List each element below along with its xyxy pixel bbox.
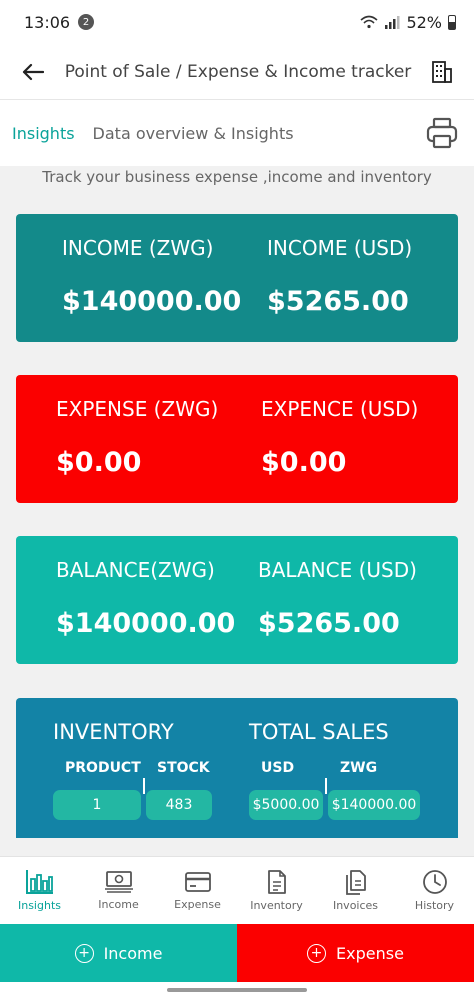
- sales-zwg-pill: $140000.00: [328, 790, 420, 820]
- battery-icon: [448, 14, 456, 30]
- inventory-sales-card: INVENTORY TOTAL SALES PRODUCT STOCK USD …: [16, 698, 458, 838]
- nav-label: Inventory: [250, 899, 303, 912]
- plus-circle-icon: +: [307, 943, 327, 963]
- cash-icon: [104, 871, 133, 893]
- signal-icon: [385, 16, 400, 29]
- add-expense-label: Expense: [336, 943, 404, 963]
- status-time: 13:06: [24, 12, 71, 32]
- invoices-icon: [345, 870, 366, 895]
- balance-usd-label: BALANCE (USD): [258, 558, 417, 582]
- nav-label: Expense: [174, 898, 221, 911]
- sales-usd-label: USD: [261, 760, 295, 776]
- nav-label: Insights: [17, 899, 61, 912]
- balance-card: BALANCE(ZWG) $140000.00 BALANCE (USD) $5…: [16, 536, 458, 664]
- history-icon: [422, 870, 447, 894]
- stock-count-pill: 483: [146, 790, 212, 820]
- income-card: INCOME (ZWG) $140000.00 INCOME (USD) $52…: [16, 214, 458, 342]
- product-count: 1: [92, 797, 102, 813]
- inventory-title: INVENTORY: [53, 720, 174, 744]
- nav-history[interactable]: History: [395, 857, 474, 924]
- document-icon: [267, 870, 286, 894]
- home-indicator[interactable]: [0, 982, 474, 1000]
- balance-zwg-value: $140000.00: [56, 608, 236, 639]
- expense-card: EXPENSE (ZWG) $0.00 EXPENCE (USD) $0.00: [16, 375, 458, 503]
- product-count-pill: 1: [53, 790, 141, 820]
- card-icon: [184, 872, 211, 892]
- insights-header: Insights Data overview & Insights: [0, 100, 474, 166]
- sales-usd-value: $5000.00: [252, 797, 320, 813]
- nav-inventory[interactable]: Inventory: [237, 857, 316, 924]
- wifi-icon: [360, 15, 378, 29]
- nav-income[interactable]: Income: [79, 857, 158, 924]
- sales-zwg-value: $140000.00: [331, 797, 417, 813]
- arrow-left-icon: [22, 63, 44, 80]
- nav-expense[interactable]: Expense: [158, 857, 237, 924]
- plus-circle-icon: +: [74, 943, 94, 963]
- printer-icon: [426, 117, 458, 149]
- stock-count: 483: [165, 797, 193, 813]
- income-zwg-value: $140000.00: [62, 286, 242, 317]
- tagline: Track your business expense ,income and …: [42, 168, 432, 186]
- expense-usd-label: EXPENCE (USD): [261, 397, 419, 421]
- nav-label: Income: [98, 898, 139, 911]
- print-button[interactable]: [422, 113, 462, 153]
- balance-zwg-label: BALANCE(ZWG): [56, 558, 215, 582]
- insights-description: Data overview & Insights: [92, 123, 294, 143]
- balance-usd-value: $5265.00: [258, 608, 400, 639]
- bottom-nav: Insights Income Expense Inventory Invoic…: [0, 856, 474, 924]
- sales-usd-pill: $5000.00: [249, 790, 323, 820]
- sales-zwg-label: ZWG: [340, 760, 378, 776]
- total-sales-title: TOTAL SALES: [249, 720, 389, 744]
- notification-count-badge: 2: [78, 14, 95, 30]
- status-icons: 52%: [360, 13, 456, 32]
- action-bar: + Income + Expense: [0, 924, 474, 982]
- building-icon: [432, 60, 452, 83]
- expense-usd-value: $0.00: [261, 447, 347, 478]
- expense-zwg-value: $0.00: [56, 447, 142, 478]
- expense-zwg-label: EXPENSE (ZWG): [56, 397, 219, 421]
- page-title: Point of Sale / Expense & Income tracker: [64, 61, 412, 82]
- income-usd-label: INCOME (USD): [267, 236, 413, 260]
- nav-label: Invoices: [332, 899, 379, 912]
- add-expense-button[interactable]: + Expense: [237, 924, 474, 982]
- app-bar: Point of Sale / Expense & Income tracker: [0, 44, 474, 100]
- back-button[interactable]: [18, 57, 48, 87]
- nav-invoices[interactable]: Invoices: [316, 857, 395, 924]
- income-usd-value: $5265.00: [267, 286, 409, 317]
- bar-chart-icon: [25, 870, 53, 894]
- add-income-button[interactable]: + Income: [0, 924, 237, 982]
- stock-label: STOCK: [157, 760, 210, 776]
- tab-insights[interactable]: Insights: [12, 124, 75, 143]
- divider: [325, 778, 327, 794]
- nav-label: History: [414, 899, 455, 912]
- income-zwg-label: INCOME (ZWG): [62, 236, 214, 260]
- product-label: PRODUCT: [65, 760, 141, 776]
- business-button[interactable]: [428, 58, 456, 86]
- nav-insights[interactable]: Insights: [0, 857, 79, 924]
- status-bar: 13:06 2 52%: [0, 0, 474, 44]
- battery-percent: 52%: [406, 12, 442, 32]
- divider: [143, 778, 145, 794]
- add-income-label: Income: [103, 943, 163, 963]
